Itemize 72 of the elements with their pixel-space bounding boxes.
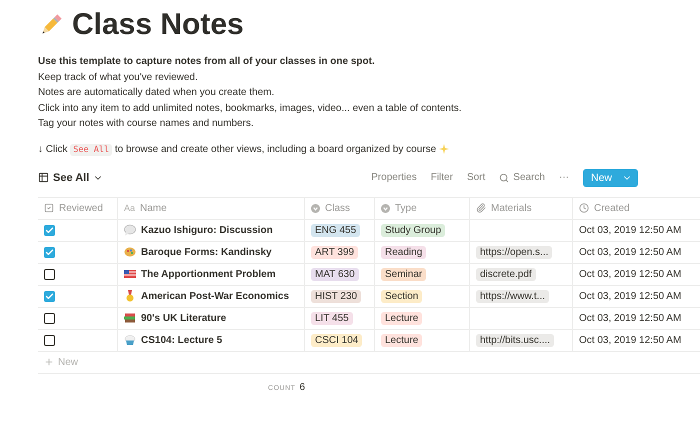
column-header[interactable]: Class <box>325 202 350 214</box>
checkbox[interactable] <box>44 290 55 302</box>
checkbox[interactable] <box>44 312 55 324</box>
type-tag: Lecture <box>381 334 422 346</box>
class-tag: ART 399 <box>311 246 358 258</box>
add-row-button[interactable]: New <box>38 352 700 374</box>
note-name[interactable]: 90's UK Literature <box>141 312 226 324</box>
column-glyph: Aa <box>124 203 136 213</box>
sparkle-icon <box>439 144 450 154</box>
intro-line: Tag your notes with course names and numbers. <box>38 117 255 131</box>
class-tag: LIT 455 <box>311 312 353 324</box>
created-date: Oct 03, 2019 12:50 AM <box>579 268 682 280</box>
dropdown-icon <box>381 204 390 212</box>
type-tag: Study Group <box>381 224 446 236</box>
column-header[interactable]: Name <box>140 202 167 214</box>
note-name[interactable]: American Post-War Economics <box>141 290 290 302</box>
view-selector[interactable]: See All <box>38 172 104 184</box>
dropdown-icon <box>311 204 320 212</box>
checkbox[interactable] <box>44 246 55 258</box>
created-date: Oct 03, 2019 12:50 AM <box>579 246 682 258</box>
created-date: Oct 03, 2019 12:50 AM <box>579 312 682 324</box>
class-tag: CSCI 104 <box>311 334 362 346</box>
note-name[interactable]: The Apportionment Problem <box>141 268 276 280</box>
plus-icon <box>44 357 54 367</box>
table-icon <box>38 172 49 183</box>
material-link[interactable]: http://bits.usc.... <box>476 334 554 346</box>
hint-text: ↓ Click See All to browse and create other views, including a board organized by course <box>38 144 436 154</box>
flag-icon <box>124 268 136 280</box>
class-tag: MAT 630 <box>311 268 359 280</box>
column-header[interactable]: Reviewed <box>59 202 103 214</box>
new-button[interactable]: New <box>582 168 638 186</box>
column-header[interactable]: Type <box>395 202 417 214</box>
class-tag: ENG 455 <box>311 224 360 236</box>
created-date: Oct 03, 2019 12:50 AM <box>579 290 682 302</box>
toolbar-action[interactable]: Properties <box>371 172 417 183</box>
cupcake-icon <box>124 334 136 346</box>
created-date: Oct 03, 2019 12:50 AM <box>579 334 682 346</box>
search-icon <box>499 172 510 182</box>
intro-headline: Use this template to capture notes from all of your classes in one spot. <box>38 55 376 69</box>
paperclip-icon <box>476 203 486 213</box>
toolbar-action[interactable]: Sort <box>466 172 486 183</box>
checkbox-icon <box>44 203 54 213</box>
note-name[interactable]: Baroque Forms: Kandinsky <box>141 246 272 258</box>
toolbar-action[interactable]: Filter <box>430 172 453 183</box>
column-header[interactable]: Materials <box>491 202 532 214</box>
intro-line: Click into any item to add unlimited notes, bookmarks, images, video... even a table of contents. <box>38 102 463 116</box>
created-date: Oct 03, 2019 12:50 AM <box>579 224 682 236</box>
books-icon <box>124 312 136 324</box>
count-value: 6 <box>299 382 305 392</box>
toolbar-action[interactable]: ··· <box>558 172 569 183</box>
material-link[interactable]: discrete.pdf <box>476 268 536 280</box>
intro-line: Notes are automatically dated when you create them. <box>38 86 276 100</box>
note-name[interactable]: CS104: Lecture 5 <box>141 334 222 346</box>
type-tag: Section <box>381 290 422 302</box>
speech-bubble-icon <box>124 224 136 236</box>
type-tag: Lecture <box>381 312 422 324</box>
note-name[interactable]: Kazuo Ishiguro: Discussion <box>141 224 273 236</box>
checkbox[interactable] <box>44 334 55 346</box>
page-title: Class Notes <box>72 8 244 42</box>
intro-line: Keep track of what you've reviewed. <box>38 70 199 84</box>
clock-icon <box>579 203 589 213</box>
toolbar-action[interactable]: Search <box>499 172 545 183</box>
checkbox[interactable] <box>44 224 55 236</box>
palette-icon <box>124 246 136 258</box>
medal-icon <box>124 290 136 302</box>
class-tag: HIST 230 <box>311 290 362 302</box>
material-link[interactable]: https://www.t... <box>476 290 550 302</box>
type-tag: Reading <box>381 246 426 258</box>
material-link[interactable]: https://open.s... <box>476 246 552 258</box>
checkbox[interactable] <box>44 268 55 280</box>
type-tag: Seminar <box>381 268 426 280</box>
column-header[interactable]: Created <box>594 202 630 214</box>
